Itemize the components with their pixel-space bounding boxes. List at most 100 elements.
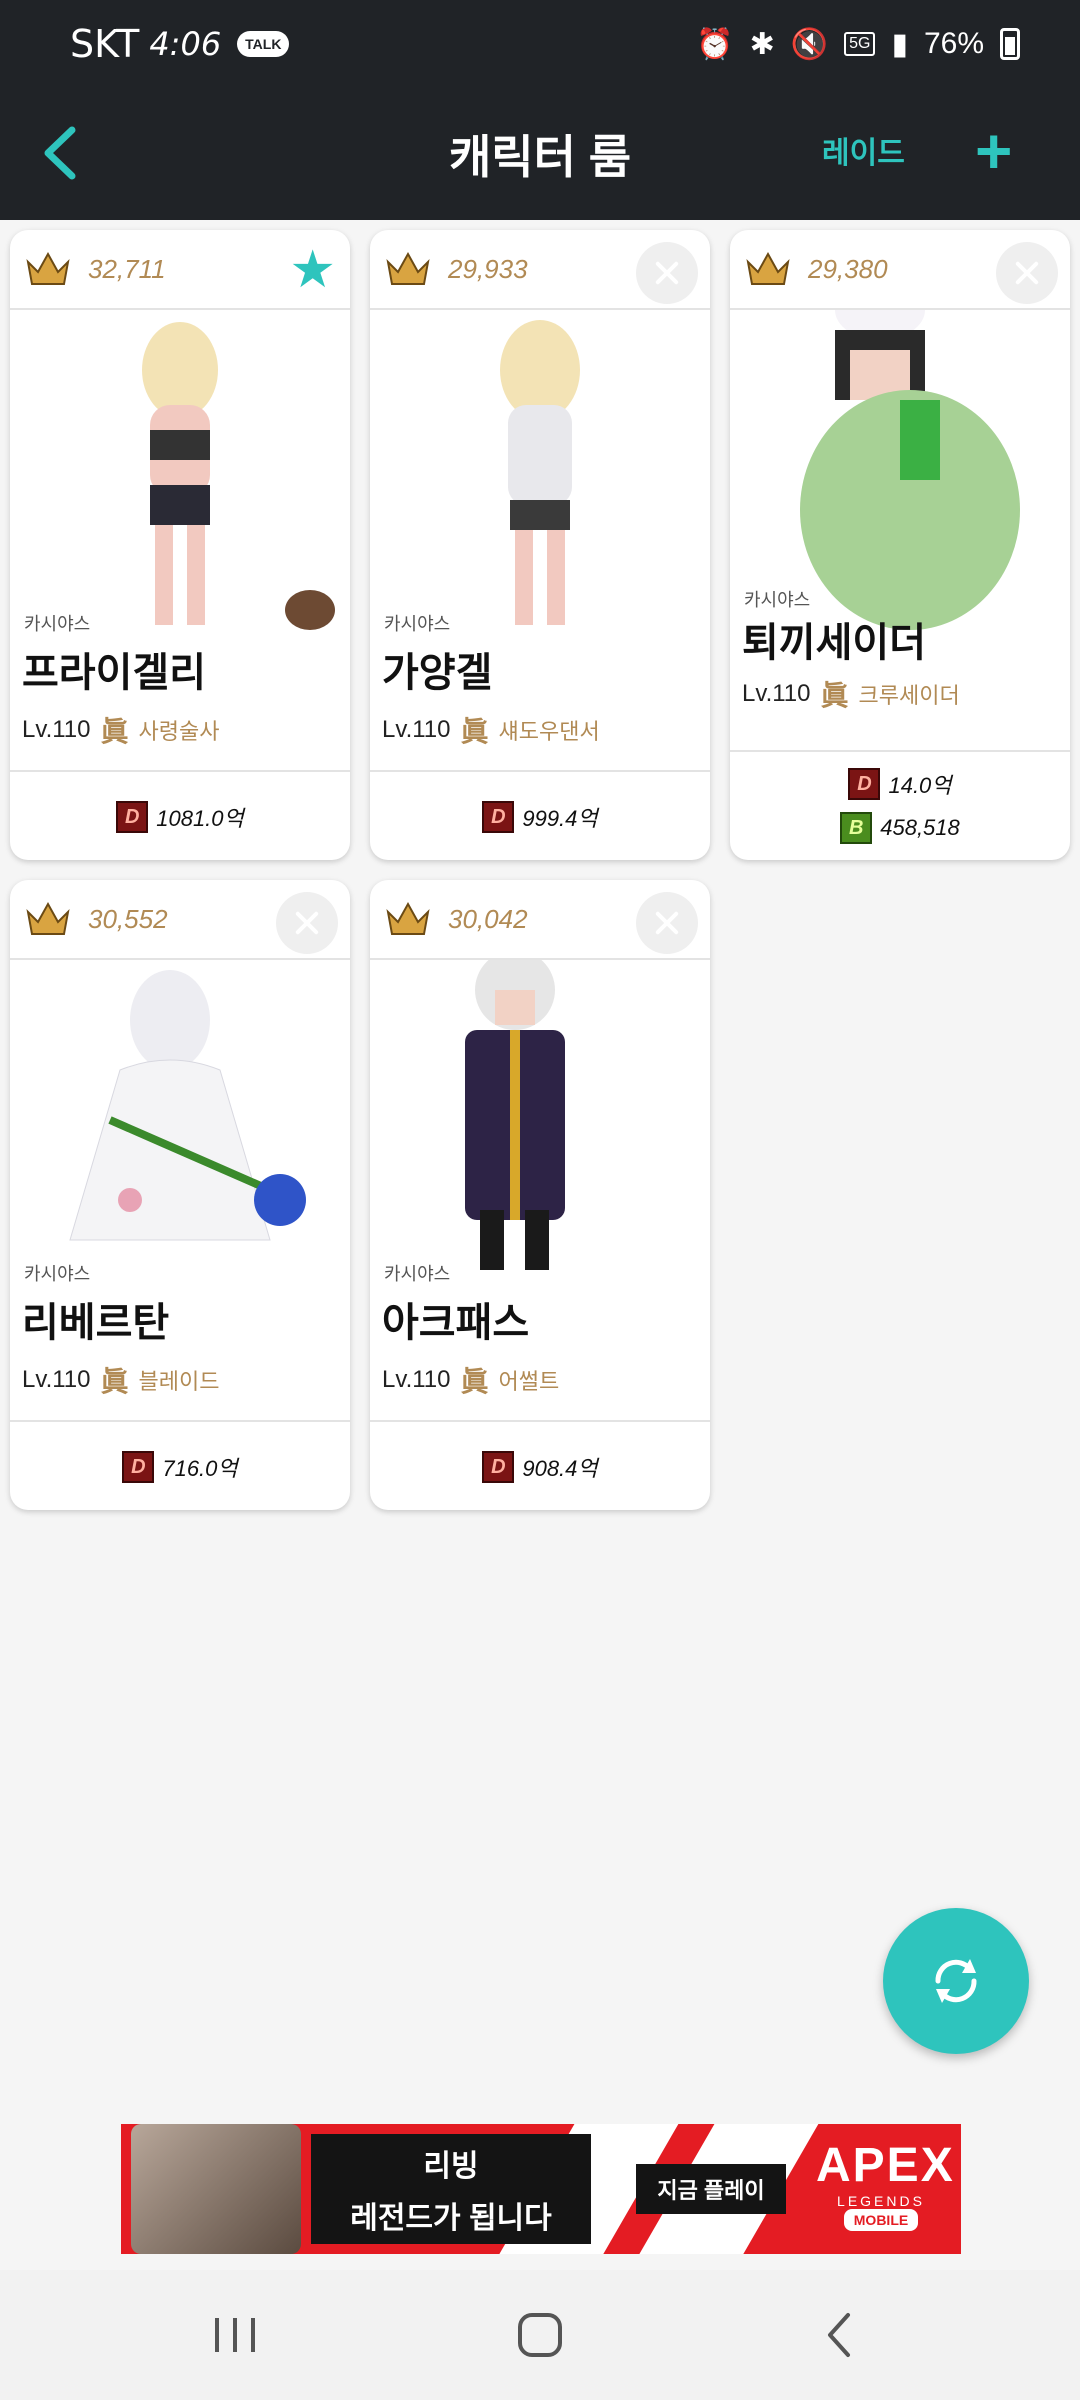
- crown-icon: [26, 251, 70, 285]
- alarm-icon: ⏰: [696, 27, 734, 61]
- character-avatar: [142, 322, 335, 630]
- awakening-mark: 眞: [100, 716, 129, 747]
- server-label: 카시야스: [24, 1264, 91, 1284]
- gold-badge-icon: D: [116, 801, 149, 833]
- combat-score: 29,380: [808, 254, 888, 284]
- gold-row: D 14.0억: [848, 768, 952, 800]
- card-footer: D 908.4억: [370, 1420, 710, 1510]
- kakaotalk-notification-icon: TALK: [237, 31, 290, 57]
- level-row: Lv.110 眞 어썰트: [382, 1360, 559, 1400]
- remove-icon[interactable]: [996, 242, 1058, 304]
- level-row: Lv.110 眞 사령술사: [22, 710, 219, 750]
- level-label: Lv.110: [382, 1366, 451, 1393]
- job-label: 사령술사: [138, 719, 220, 744]
- ad-character-image: [131, 2124, 301, 2254]
- character-avatar: [69, 970, 306, 1241]
- app-header: 캐릭터 룸 레이드 +: [0, 88, 1080, 220]
- server-label: 카시야스: [744, 590, 811, 610]
- card-body: 카시야스 퇴끼세이더 Lv.110 眞 크루세이더: [730, 310, 1070, 750]
- add-character-button[interactable]: +: [975, 116, 1012, 186]
- remove-icon[interactable]: [276, 892, 338, 954]
- gold-row: D 908.4억: [482, 1451, 598, 1483]
- level-row: Lv.110 眞 크루세이더: [742, 674, 960, 714]
- mute-icon: 🔇: [790, 27, 829, 61]
- gold-value: 14.0억: [888, 773, 952, 798]
- awakening-mark: 眞: [460, 716, 489, 747]
- recents-button[interactable]: [195, 2300, 275, 2370]
- card-footer: D 716.0억: [10, 1420, 350, 1510]
- gold-badge-icon: D: [482, 1451, 515, 1483]
- battery-icon: [1000, 28, 1020, 60]
- level-row: Lv.110 眞 블레이드: [22, 1360, 219, 1400]
- level-label: Lv.110: [22, 1366, 91, 1393]
- character-name: 가양겔: [382, 651, 493, 695]
- crown-icon: [26, 901, 70, 935]
- server-label: 카시야스: [384, 614, 451, 634]
- gold-badge-icon: D: [482, 801, 515, 833]
- ad-headline: 리빙 레전드가 됩니다: [311, 2134, 591, 2244]
- card-footer: D 14.0억 B 458,518: [730, 750, 1070, 860]
- apex-logo: APEX LEGENDS MOBILE: [816, 2138, 955, 2231]
- ad-line-1: 리빙: [423, 2150, 479, 2183]
- job-label: 크루세이더: [858, 683, 960, 708]
- character-name: 리베르탄: [22, 1301, 170, 1345]
- card-footer: D 999.4억: [370, 770, 710, 860]
- gold-value: 1081.0억: [156, 806, 244, 831]
- card-body: 카시야스 프라이겔리 Lv.110 眞 사령술사: [10, 310, 350, 770]
- character-card[interactable]: 29,380 카시야스 퇴끼세이더 Lv.110 眞 크루세이더 D 14.0억…: [730, 230, 1070, 860]
- level-label: Lv.110: [22, 716, 91, 743]
- job-label: 블레이드: [138, 1369, 220, 1394]
- character-card[interactable]: 30,552 카시야스 리베르탄 Lv.110 眞 블레이드 D 716.0억: [10, 880, 350, 1510]
- card-header: 29,380: [730, 230, 1070, 310]
- ad-play-button[interactable]: 지금 플레이: [636, 2164, 786, 2214]
- character-avatar: [800, 310, 1020, 630]
- system-nav-bar: [0, 2270, 1080, 2400]
- battery-percent: 76%: [923, 27, 984, 60]
- card-header: 30,552: [10, 880, 350, 960]
- favorite-star-icon[interactable]: ★: [289, 244, 336, 296]
- bag-badge-icon: B: [840, 812, 873, 844]
- character-name: 아크패스: [382, 1301, 530, 1345]
- home-button[interactable]: [500, 2300, 580, 2370]
- awakening-mark: 眞: [460, 1366, 489, 1397]
- combat-score: 29,933: [448, 254, 528, 284]
- crown-icon: [386, 901, 430, 935]
- character-avatar: [465, 960, 565, 1270]
- remove-icon[interactable]: [636, 892, 698, 954]
- gold-value: 999.4억: [522, 806, 598, 831]
- gold-value: 908.4억: [522, 1456, 598, 1481]
- awakening-mark: 眞: [100, 1366, 129, 1397]
- remove-icon[interactable]: [636, 242, 698, 304]
- back-arrow-icon: [828, 2313, 850, 2357]
- gold-badge-icon: D: [122, 1451, 155, 1483]
- clock: 4:06: [149, 25, 222, 63]
- system-back-button[interactable]: [800, 2300, 880, 2370]
- character-card[interactable]: 30,042 카시야스 아크패스 Lv.110 眞 어썰트 D 908.4억: [370, 880, 710, 1510]
- page-title: 캐릭터 룸: [448, 131, 632, 183]
- card-header: 30,042: [370, 880, 710, 960]
- character-name: 프라이겔리: [22, 651, 206, 695]
- network-type-icon: 5G: [844, 32, 876, 56]
- gold-value: 716.0억: [162, 1456, 238, 1481]
- character-card[interactable]: 29,933 카시야스 가양겔 Lv.110 眞 섀도우댄서 D 999.4억: [370, 230, 710, 860]
- refresh-button[interactable]: [883, 1908, 1029, 2054]
- bag-value: 458,518: [880, 815, 960, 840]
- raid-button[interactable]: 레이드: [822, 124, 905, 184]
- gold-row: D 1081.0억: [116, 801, 244, 833]
- gold-badge-icon: D: [848, 768, 881, 800]
- bluetooth-icon: ✱: [749, 27, 775, 61]
- status-bar: SKT 4:06 TALK ⏰ ✱ 🔇 5G ▮ 76%: [0, 0, 1080, 88]
- card-header: 29,933: [370, 230, 710, 310]
- card-body: 카시야스 리베르탄 Lv.110 眞 블레이드: [10, 960, 350, 1420]
- level-label: Lv.110: [382, 716, 451, 743]
- ad-logo-sub: LEGENDS: [837, 2193, 925, 2209]
- card-header: 32,711 ★: [10, 230, 350, 310]
- card-body: 카시야스 가양겔 Lv.110 眞 섀도우댄서: [370, 310, 710, 770]
- server-label: 카시야스: [384, 1264, 451, 1284]
- carrier-label: SKT: [70, 22, 140, 66]
- ad-banner[interactable]: 리빙 레전드가 됩니다 지금 플레이 APEX LEGENDS MOBILE: [121, 2124, 961, 2254]
- signal-icon: ▮: [891, 27, 908, 61]
- ad-logo-title: APEX: [816, 2139, 955, 2192]
- character-card[interactable]: 32,711 ★ 카시야스 프라이겔리 Lv.110 眞 사령술사 D 1081…: [10, 230, 350, 860]
- ad-logo-mobile: MOBILE: [843, 2209, 919, 2231]
